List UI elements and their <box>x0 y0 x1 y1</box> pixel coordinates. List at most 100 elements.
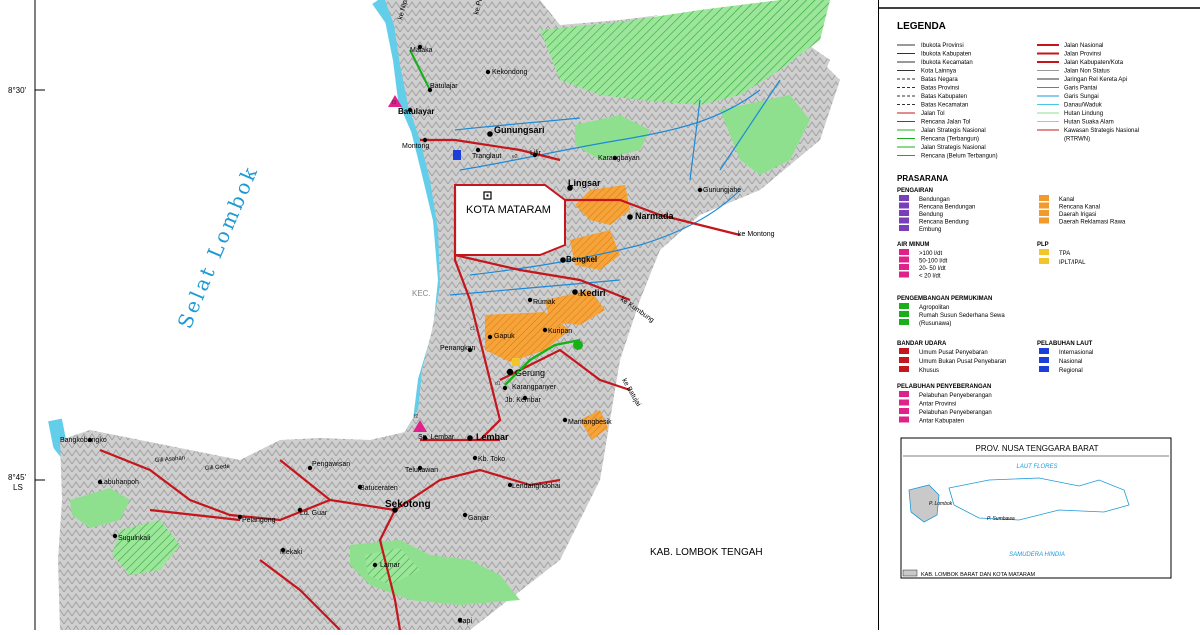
place-label: Rumak <box>533 299 556 306</box>
route-marker-label: f2 <box>414 414 418 420</box>
legend-section-title: PENGAIRAN <box>897 188 933 194</box>
legend-symbol <box>899 217 909 224</box>
legend-right-item: Jalan Nasional <box>1064 43 1103 49</box>
legend-section-item: Kanal <box>1059 197 1074 203</box>
place-label: Mekaki <box>280 549 303 556</box>
place-label: Jb. Kembar <box>505 397 541 404</box>
legend-section-item: IPLT/IPAL <box>1059 260 1086 266</box>
latitude-label-8-45: 8°45' <box>8 473 27 482</box>
legend-left-item: Rencana Jalan Tol <box>921 120 970 126</box>
legend-left-item: Batas Kecamatan <box>921 103 968 109</box>
legend-section-title: BANDAR UDARA <box>897 341 947 347</box>
inset-caption-swatch <box>902 569 918 577</box>
legend-right-item: Jalan Kabupaten/Kota <box>1064 60 1124 66</box>
place-label: Pelangong <box>242 517 276 524</box>
place-label: Mantangbesik <box>568 419 612 426</box>
legend-right-item: Hutan Suaka Alam <box>1064 120 1114 126</box>
kota-mataram-area <box>454 184 566 256</box>
place-label: Gerung <box>515 368 545 378</box>
legend-symbol <box>1039 258 1049 264</box>
legend-section-item: Umum Pusat Penyebaran <box>919 350 988 356</box>
legend-section-item: Rumah Susun Sederhana Sewa <box>919 313 1005 319</box>
legend-symbol <box>899 408 909 414</box>
place-label: Ganjar <box>468 515 490 522</box>
legend-section-item: (Rusunawa) <box>919 321 951 327</box>
legend-left-item: Rencana (Belum Terbangun) <box>921 154 998 160</box>
place-label: Lilir <box>530 150 542 157</box>
place-label: Sp. Lembar <box>418 434 455 441</box>
route-marker-label: d1 <box>495 381 501 387</box>
legend-right-item: Kawasan Strategis Nasional <box>1064 128 1139 134</box>
inset-sea-south: SAMUDERA HINDIA <box>1009 552 1065 558</box>
kec-label: KEC. <box>412 289 431 298</box>
place-label: Lembar <box>476 432 509 442</box>
place-label: Sapi <box>458 618 472 625</box>
place-label: Telukawan <box>405 467 438 474</box>
place-label: Malaka <box>410 47 433 54</box>
legend-symbol <box>899 416 909 423</box>
provincial-capital-dot <box>486 194 489 197</box>
inset-title: PROV. NUSA TENGGARA BARAT <box>976 444 1099 453</box>
legend-section-title: PLP <box>1037 242 1049 248</box>
place-label: Batulayar <box>398 107 434 116</box>
legend-left-item: Kota Lainnya <box>921 69 957 75</box>
legend-section-item: Embung <box>919 227 941 233</box>
inset-island-2: P. Sumbawa <box>987 516 1015 522</box>
legend-section-item: Antar Provinsi <box>919 402 956 408</box>
legend-section-item: Daerah Irigasi <box>1059 212 1096 218</box>
legend-section-title: PELABUHAN LAUT <box>1037 341 1093 347</box>
legend-right-item: Hutan Lindung <box>1064 111 1103 117</box>
place-label: Kb. Toko <box>478 456 505 463</box>
legend-symbol <box>899 303 909 309</box>
legend-right-item: Jalan Non Status <box>1064 69 1110 75</box>
place-label: Labuhanpoh <box>100 479 139 486</box>
place-label: Lendanghdohai <box>512 483 561 490</box>
legend-symbol <box>899 195 909 201</box>
place-label: Bangkobangko <box>60 437 107 444</box>
legend-section-item: Umum Bukan Pusat Penyebaran <box>919 359 1006 365</box>
place-label: Batuceraten <box>360 485 398 492</box>
legend-symbol <box>899 256 909 263</box>
place-label: Tranglaut <box>472 153 501 160</box>
legend-section-item: Nasional <box>1059 359 1082 365</box>
place-label: Ld. Guar <box>300 510 328 517</box>
legend-right-item: Jaringan Rel Kereta Api <box>1064 77 1127 83</box>
legend-section-item: Rencana Kanal <box>1059 205 1100 211</box>
map-view[interactable]: U ke Nipahke PemenangMalakaBatulajarKeko… <box>0 0 1200 631</box>
legend-section-item: Pelabuhan Penyeberangan <box>919 410 992 416</box>
inset-caption: KAB. LOMBOK BARAT DAN KOTA MATARAM <box>921 572 1036 578</box>
place-label: Sekotong <box>385 499 431 510</box>
legend-title: LEGENDA <box>897 21 946 32</box>
place-label: Lamar <box>380 562 401 569</box>
place-label: Gunungjahe <box>703 187 741 194</box>
legend-sections: PENGAIRAN Bendungan Rencana BendunganBendu… <box>897 188 1126 425</box>
legend-right-item: (RTRWN) <box>1064 137 1090 143</box>
place-label: Montong <box>402 143 429 150</box>
legend-symbol <box>899 225 909 231</box>
legend-symbol <box>899 391 909 397</box>
legend-section-title: PELABUHAN PENYEBERANGAN <box>897 384 991 390</box>
legend-section-title: PENGEMBANGAN PERMUKIMAN <box>897 296 992 302</box>
legend-symbol <box>1039 366 1049 372</box>
place-label: Kuripan <box>548 328 572 335</box>
legend-symbol <box>899 319 909 325</box>
route-marker-label: f3 <box>392 100 396 106</box>
legend-right-column: Jalan Nasional Jalan Provinsi Jalan Kabupa… <box>1037 43 1139 143</box>
inset-island-1: P. Lombok <box>929 501 953 507</box>
legend-symbol <box>1039 249 1049 255</box>
legend-symbol <box>1039 217 1049 224</box>
place-label: ke Montong <box>738 231 775 238</box>
legend-panel: LEGENDA Ibukota Provinsi Ibukota Kabupate… <box>878 0 1200 630</box>
lombok-tengah-label: KAB. LOMBOK TENGAH <box>650 547 763 558</box>
legend-symbol <box>899 357 909 363</box>
legend-left-item: Jalan Strategis Nasional <box>921 145 986 151</box>
route-marker-label: c6 <box>578 292 584 298</box>
legend-section-item: Bendungan <box>919 197 950 203</box>
place-label: Pengawisan <box>312 461 350 468</box>
place-label: Gunungsari <box>494 125 545 135</box>
legend-symbol <box>899 366 909 372</box>
place-label: Lingsar <box>568 178 601 188</box>
legend-section-title: AIR MINUM <box>897 242 929 248</box>
place-label: Bengkel <box>566 255 597 264</box>
legend-section-item: Pelabuhan Penyeberangan <box>919 393 992 399</box>
